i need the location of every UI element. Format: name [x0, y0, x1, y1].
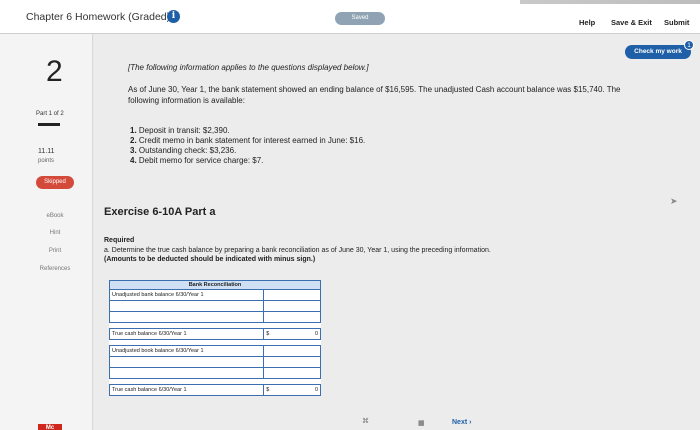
logo-icon: ⌘: [362, 418, 369, 425]
table-row: True cash balance 6/30/Year 1 $0: [108, 384, 321, 396]
skipped-badge: Skipped: [36, 176, 74, 189]
required-text: a. Determine the true cash balance by pr…: [104, 247, 491, 254]
bank-adjustment-amount-input[interactable]: [263, 311, 321, 323]
bank-adjustment-amount-input[interactable]: [263, 300, 321, 312]
table-row: True cash balance 6/30/Year 1 $0: [108, 328, 321, 340]
table-row: [108, 300, 321, 312]
ebook-link[interactable]: eBook: [30, 213, 80, 219]
required-label: Required: [104, 237, 135, 244]
required-note: (Amounts to be deducted should be indica…: [104, 256, 316, 263]
book-adjustment-description-input[interactable]: [108, 367, 265, 379]
table-row: [108, 311, 321, 323]
book-adjustment-description-input[interactable]: [108, 356, 265, 368]
cursor-icon: ➤: [670, 196, 678, 206]
next-button[interactable]: Next ›: [452, 419, 471, 426]
list-item: 2. Credit memo in bank statement for int…: [130, 136, 366, 145]
unadjusted-bank-label: Unadjusted bank balance 6/30/Year 1: [108, 289, 265, 301]
true-cash-book-value: $0: [263, 384, 321, 396]
top-bar: Chapter 6 Homework (Graded) i Saved Help…: [0, 0, 700, 34]
part-progress-bar: [38, 123, 60, 126]
list-item: 1. Deposit in transit: $2,390.: [130, 126, 230, 135]
true-cash-bank-value: $0: [263, 328, 321, 340]
table-title: Bank Reconciliation: [109, 280, 321, 290]
applies-note: [The following information applies to th…: [128, 63, 369, 72]
unadjusted-bank-input[interactable]: [263, 289, 321, 301]
help-link[interactable]: Help: [579, 18, 595, 27]
saved-status: Saved: [335, 12, 385, 25]
exercise-title: Exercise 6-10A Part a: [104, 206, 216, 218]
true-cash-book-label: True cash balance 6/30/Year 1: [108, 384, 265, 396]
grid-icon[interactable]: ▦: [418, 419, 425, 427]
unadjusted-book-input[interactable]: [263, 345, 321, 357]
list-item: 3. Outstanding check: $3,236.: [130, 146, 237, 155]
bank-adjustment-description-input[interactable]: [108, 311, 265, 323]
unadjusted-book-label: Unadjusted book balance 6/30/Year 1: [108, 345, 265, 357]
references-link[interactable]: References: [30, 266, 80, 272]
true-cash-bank-label: True cash balance 6/30/Year 1: [108, 328, 265, 340]
info-list: 1. Deposit in transit: $2,390. 2. Credit…: [130, 126, 365, 166]
points-value: 11.11: [38, 148, 55, 155]
progress-strip: [520, 0, 700, 4]
submit-link[interactable]: Submit: [664, 18, 689, 27]
mcgraw-hill-logo: Mc: [38, 424, 62, 430]
check-my-work-button[interactable]: Check my work: [625, 45, 691, 59]
part-indicator: Part 1 of 2: [36, 111, 64, 117]
bank-adjustment-description-input[interactable]: [108, 300, 265, 312]
hint-link[interactable]: Hint: [30, 230, 80, 236]
list-item: 4. Debit memo for service charge: $7.: [130, 156, 264, 165]
bank-reconciliation-table: Bank Reconciliation Unadjusted bank bala…: [108, 280, 321, 396]
assignment-title: Chapter 6 Homework (Graded): [26, 11, 171, 23]
table-row: [108, 367, 321, 379]
question-intro: As of June 30, Year 1, the bank statemen…: [128, 85, 621, 105]
save-exit-link[interactable]: Save & Exit: [611, 18, 652, 27]
points-label: points: [38, 158, 55, 164]
table-row: Unadjusted bank balance 6/30/Year 1: [108, 289, 321, 301]
check-count-badge: 1: [684, 40, 694, 50]
book-adjustment-amount-input[interactable]: [263, 367, 321, 379]
question-number: 2: [46, 55, 63, 88]
table-row: Unadjusted book balance 6/30/Year 1: [108, 345, 321, 357]
info-icon[interactable]: i: [167, 10, 180, 23]
print-link[interactable]: Print: [30, 248, 80, 254]
book-adjustment-amount-input[interactable]: [263, 356, 321, 368]
table-row: [108, 356, 321, 368]
